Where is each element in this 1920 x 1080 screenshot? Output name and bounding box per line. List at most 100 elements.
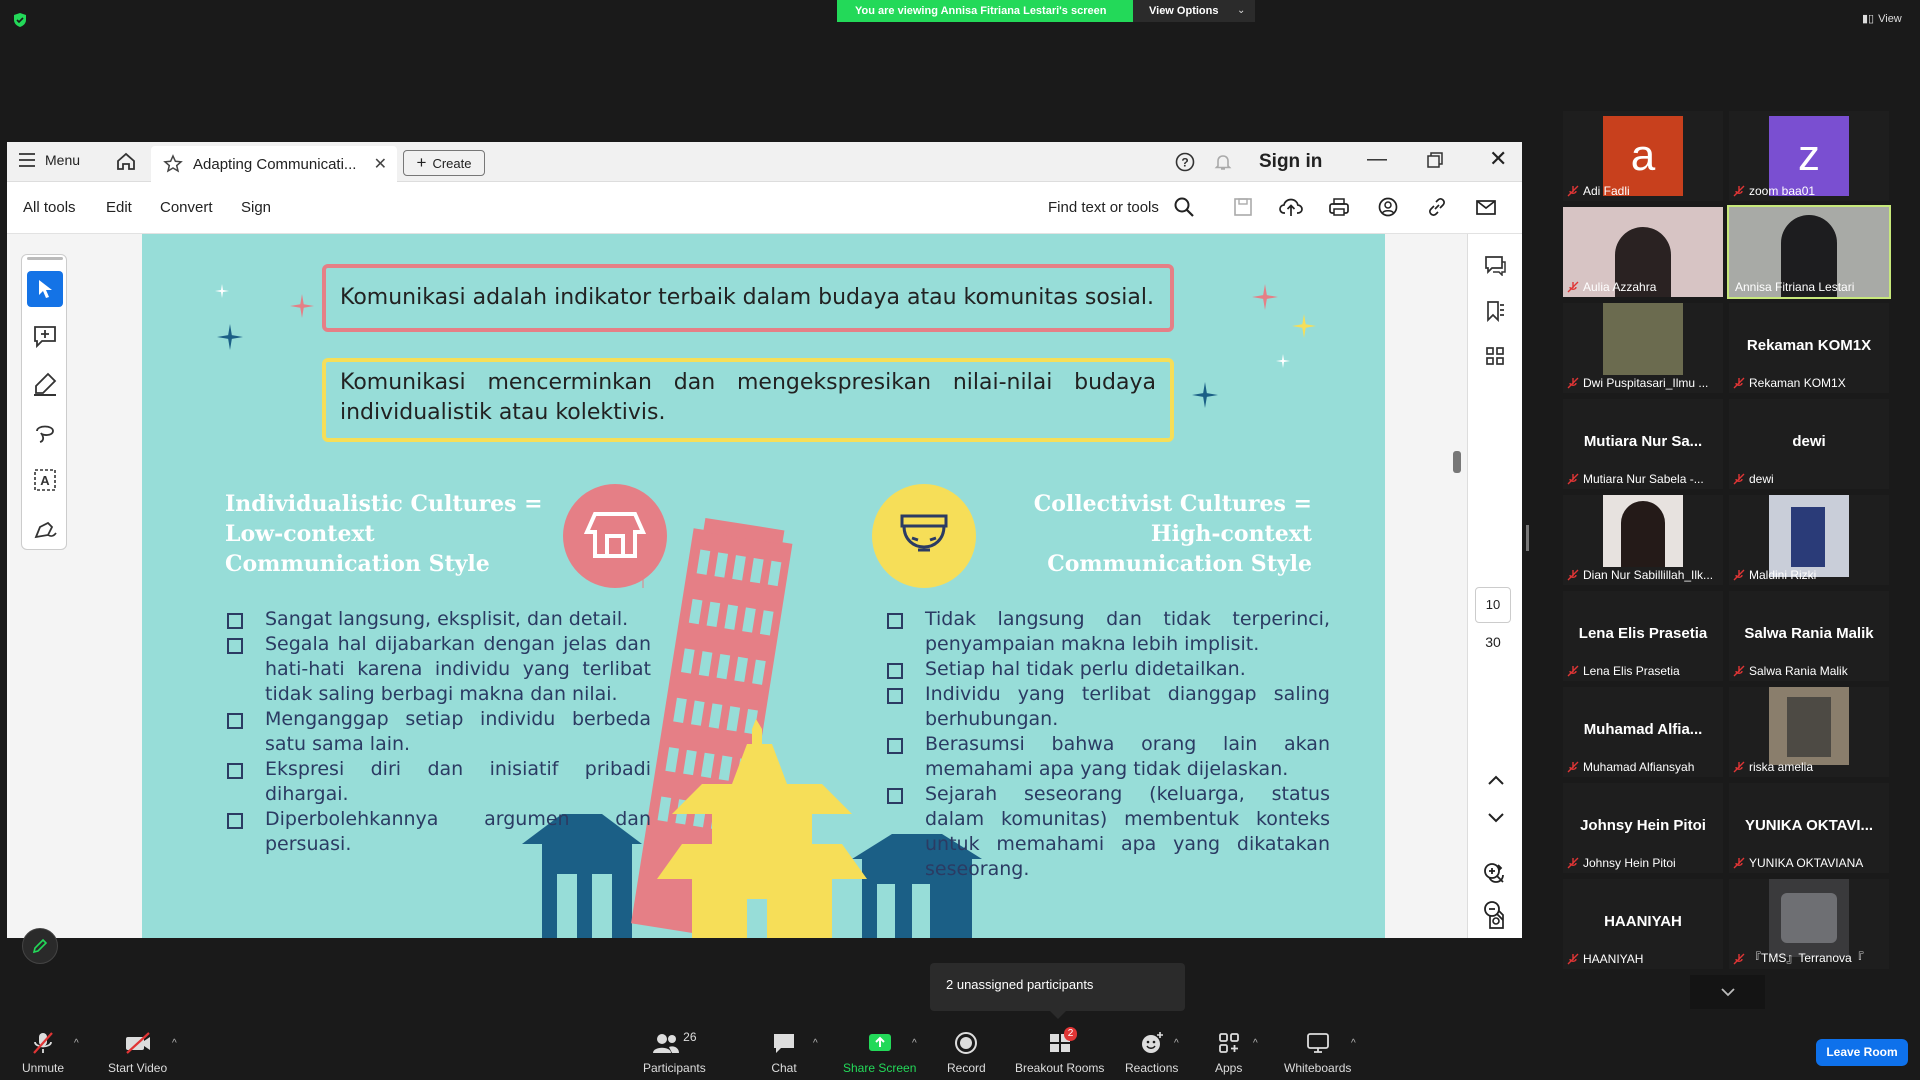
zoom-in-icon[interactable] [1483,862,1505,884]
panel-resize-handle[interactable] [1526,525,1529,551]
participant-tile[interactable]: Lena Elis Prasetia Lena Elis Prasetia [1563,591,1723,681]
email-icon[interactable] [1475,196,1497,218]
upload-cloud-icon[interactable] [1279,196,1303,218]
restore-button[interactable] [1427,152,1443,168]
chat-button[interactable]: Chat [771,1030,797,1075]
apps-button[interactable]: Apps [1215,1030,1242,1075]
participant-tile[interactable]: Muhamad Alfia... Muhamad Alfiansyah [1563,687,1723,777]
sign-in-button[interactable]: Sign in [1259,151,1322,173]
acrobat-tab-bar: Menu Adapting Communicati... ✕ + Create … [7,142,1522,182]
individualistic-heading: Individualistic Cultures = Low-context C… [225,491,543,577]
audio-options-caret[interactable]: ^ [74,1038,79,1049]
search-icon[interactable] [1173,196,1195,218]
close-tab-icon[interactable]: ✕ [374,154,397,174]
share-screen-button[interactable]: Share Screen [843,1030,916,1075]
whiteboard-icon [1306,1033,1329,1053]
home-icon[interactable] [115,150,137,172]
save-icon[interactable] [1232,196,1254,218]
thumbnails-grid-icon[interactable] [1485,346,1505,366]
whiteboards-options-caret[interactable]: ^ [1351,1038,1356,1049]
participant-tile[interactable]: riska amelia [1729,687,1889,777]
zoom-out-icon[interactable] [1483,900,1505,922]
sign-tab[interactable]: Sign [241,199,271,216]
leave-room-button[interactable]: Leave Room [1816,1039,1908,1066]
share-people-icon[interactable] [1377,196,1399,218]
statement-box-1: Komunikasi adalah indikator terbaik dala… [322,264,1174,332]
breakout-rooms-button[interactable]: 2 Breakout Rooms [1015,1027,1104,1075]
annotate-pen-button[interactable] [22,928,58,964]
unmute-button[interactable]: Unmute [22,1030,64,1075]
create-button[interactable]: + Create [403,150,485,176]
muted-mic-icon [1567,473,1579,485]
document-scrollbar[interactable] [1453,451,1461,473]
record-button[interactable]: Record [947,1030,986,1075]
participant-tile[interactable]: Dian Nur Sabillillah_Ilk... [1563,495,1723,585]
more-participants-button[interactable] [1690,975,1765,1009]
participant-tile[interactable]: Aulia Azzahra [1563,207,1723,297]
participant-name: Maldini Rizki [1749,568,1817,582]
edit-tab[interactable]: Edit [106,199,132,216]
list-item: Diperbolehkannya argumen dan persuasi. [225,807,651,857]
signature-icon[interactable] [32,515,58,541]
quick-tools-rail: A [21,254,67,550]
video-person [1787,697,1831,757]
video-options-caret[interactable]: ^ [172,1038,177,1049]
next-page-icon[interactable] [1487,812,1505,824]
security-shield-icon[interactable] [12,12,28,28]
unmute-label: Unmute [22,1061,65,1075]
highlight-pen-icon[interactable] [32,371,58,397]
previous-page-icon[interactable] [1487,774,1505,786]
reactions-options-caret[interactable]: ^ [1174,1038,1179,1049]
muted-mic-icon [1733,953,1745,965]
menu-label: Menu [45,152,81,168]
draw-lasso-icon[interactable] [32,419,58,445]
notification-bell-icon[interactable] [1213,152,1233,172]
svg-text:A: A [40,473,50,488]
apps-options-caret[interactable]: ^ [1253,1038,1258,1049]
participant-tile[interactable]: a Adi Fadli [1563,111,1723,201]
comments-icon[interactable] [1483,254,1507,276]
participant-tile-active-speaker[interactable]: Annisa Fitriana Lestari [1727,205,1891,299]
participant-tile[interactable]: z zoom baa01 [1729,111,1889,201]
help-icon[interactable]: ? [1175,152,1195,172]
text-box-icon[interactable]: A [32,467,58,493]
participant-tile[interactable]: Johnsy Hein Pitoi Johnsy Hein Pitoi [1563,783,1723,873]
participant-tile[interactable]: dewi dewi [1729,399,1889,489]
pen-icon [32,938,48,954]
convert-tab[interactable]: Convert [160,199,213,216]
page-number-input[interactable]: 10 [1475,587,1511,623]
whiteboards-label: Whiteboards [1284,1061,1352,1075]
list-item: Ekspresi diri dan inisiatif pribadi diha… [225,757,651,807]
viewing-banner-text: You are viewing Annisa Fitriana Lestari'… [855,5,1107,17]
sparkle-icon [1292,314,1316,338]
link-icon[interactable] [1426,196,1448,218]
chat-icon [774,1034,794,1053]
participant-tile[interactable]: 『TMS』Terranova『 [1729,879,1889,969]
all-tools-tab[interactable]: All tools [23,199,76,216]
participant-tile[interactable]: YUNIKA OKTAVI... YUNIKA OKTAVIANA [1729,783,1889,873]
minimize-button[interactable]: — [1367,148,1387,171]
select-tool-button[interactable] [27,271,63,307]
tool-rail-drag-handle[interactable] [27,257,63,260]
participant-name: Aulia Azzahra [1583,280,1657,294]
document-tab[interactable]: Adapting Communicati... ✕ [151,146,397,182]
close-window-button[interactable]: ✕ [1489,146,1507,172]
participant-tile[interactable]: Dwi Puspitasari_Ilmu ... [1563,303,1723,393]
participant-tile[interactable]: HAANIYAH HAANIYAH [1563,879,1723,969]
menu-button[interactable]: Menu [19,152,80,168]
participant-tile[interactable]: Maldini Rizki [1729,495,1889,585]
participant-tile[interactable]: Mutiara Nur Sa... Mutiara Nur Sabela -..… [1563,399,1723,489]
chat-options-caret[interactable]: ^ [813,1038,818,1049]
reactions-button[interactable]: Reactions [1125,1030,1178,1075]
participant-tile[interactable]: Salwa Rania Malik Salwa Rania Malik [1729,591,1889,681]
whiteboards-button[interactable]: Whiteboards [1284,1030,1351,1075]
bookmarks-icon[interactable] [1484,300,1506,322]
participant-tile[interactable]: Rekaman KOM1X Rekaman KOM1X [1729,303,1889,393]
add-comment-icon[interactable] [32,323,58,349]
start-video-button[interactable]: Start Video [108,1030,167,1075]
participants-button[interactable]: 26 Participants [643,1030,706,1075]
share-options-caret[interactable]: ^ [912,1038,917,1049]
view-button[interactable]: ▮▯ View [1862,12,1902,26]
print-icon[interactable] [1328,196,1350,218]
find-text-or-tools[interactable]: Find text or tools [1048,199,1159,216]
